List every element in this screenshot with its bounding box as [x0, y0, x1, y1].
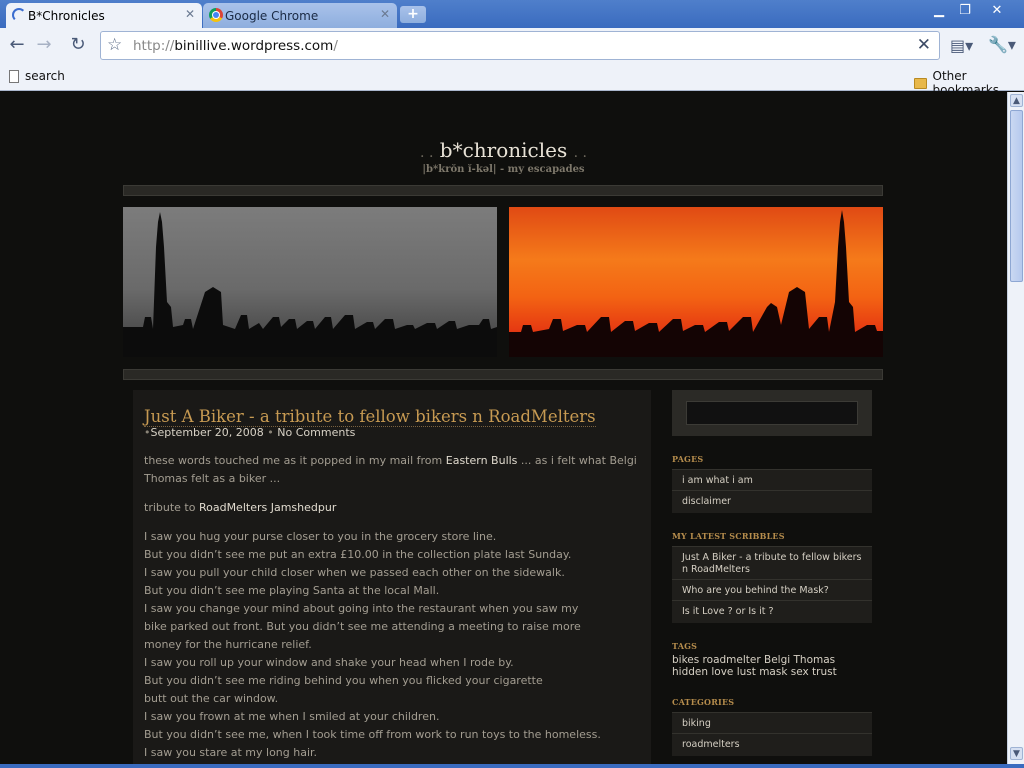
- category-link[interactable]: roadmelters: [672, 733, 872, 756]
- poem-line: I saw you stare at my long hair.: [144, 746, 318, 759]
- new-tab-button[interactable]: +: [400, 6, 426, 23]
- sidebar-page-link[interactable]: disclaimer: [672, 490, 872, 513]
- poem-line: I saw you change your mind about going i…: [144, 602, 579, 615]
- poem-line: bike parked out front. But you didn’t se…: [144, 620, 581, 633]
- poem-line: butt out the car window.: [144, 692, 279, 705]
- tab-bchronicles[interactable]: B*Chronicles ✕: [6, 3, 202, 28]
- scroll-thumb[interactable]: [1010, 110, 1023, 282]
- bookmarks-bar: search Other bookmarks: [0, 64, 1024, 97]
- sidebar-page-link[interactable]: i am what i am: [672, 469, 872, 492]
- poem-line: But you didn’t see me, when I took time …: [144, 728, 601, 741]
- nav-divider: [123, 369, 883, 380]
- latest-heading: MY LATEST SCRIBBLES: [672, 531, 785, 541]
- reload-button[interactable]: ↻: [66, 34, 90, 58]
- back-button[interactable]: ←: [5, 34, 29, 58]
- roadmelters-link[interactable]: RoadMelters Jamshedpur: [199, 501, 336, 514]
- page-menu-icon[interactable]: ▤▾: [950, 36, 973, 55]
- sidebar-post-link[interactable]: Is it Love ? or Is it ?: [672, 600, 872, 623]
- poem-line: But you didn’t see me put an extra £10.0…: [144, 548, 572, 561]
- url-text[interactable]: http://binillive.wordpress.com/: [133, 38, 338, 54]
- address-bar[interactable]: ☆ http://binillive.wordpress.com/ ✕: [100, 31, 940, 60]
- bookmark-search[interactable]: search: [9, 69, 65, 83]
- post-tribute: tribute to RoadMelters Jamshedpur: [144, 501, 337, 514]
- post-column: Just A Biker - a tribute to fellow biker…: [133, 390, 651, 764]
- page-icon: [9, 69, 19, 83]
- wrench-icon[interactable]: 🔧▾: [988, 35, 1016, 54]
- comments-link[interactable]: No Comments: [277, 426, 355, 439]
- bookmark-label: search: [25, 69, 65, 83]
- close-window-button[interactable]: ✕: [986, 3, 1008, 20]
- scroll-down-icon[interactable]: ▼: [1010, 747, 1023, 760]
- post-title-link[interactable]: Just A Biker - a tribute to fellow biker…: [144, 407, 596, 427]
- post-body: these words touched me as it popped in m…: [144, 452, 644, 764]
- header-divider: [123, 185, 883, 196]
- title-bar: B*Chronicles ✕ Google Chrome ✕ + ▁ ❐ ✕: [0, 0, 1024, 28]
- category-link[interactable]: biking: [672, 712, 872, 735]
- poem-line: I saw you roll up your window and shake …: [144, 656, 514, 669]
- close-icon[interactable]: ✕: [380, 7, 390, 21]
- eastern-bulls-link[interactable]: Eastern Bulls: [446, 454, 518, 467]
- browser-toolbar: ← → ↻ ☆ http://binillive.wordpress.com/ …: [0, 28, 1024, 64]
- vertical-scrollbar[interactable]: ▲ ▼: [1007, 92, 1024, 764]
- search-input[interactable]: [686, 401, 858, 425]
- tab-google-chrome[interactable]: Google Chrome ✕: [203, 3, 397, 28]
- poem-line: I saw you pull your child closer when we…: [144, 566, 565, 579]
- scroll-up-icon[interactable]: ▲: [1010, 94, 1023, 107]
- post-intro: these words touched me as it popped in m…: [144, 454, 637, 485]
- header-image-left: [123, 207, 497, 357]
- sidebar-post-link[interactable]: Who are you behind the Mask?: [672, 579, 872, 602]
- poem-line: I saw you hug your purse closer to you i…: [144, 530, 497, 543]
- poem-line: But you didn’t see me riding behind you …: [144, 674, 543, 687]
- site-subtitle: |b*krŏn ĭ-kəl| - my escapades: [422, 164, 585, 175]
- tab-label: Google Chrome: [225, 8, 319, 23]
- post-date: September 20, 2008: [150, 426, 264, 439]
- tab-label: B*Chronicles: [28, 8, 105, 23]
- search-widget: [672, 390, 872, 436]
- categories-heading: CATEGORIES: [672, 697, 735, 707]
- poem-line: But you didn’t see me playing Santa at t…: [144, 584, 440, 597]
- poem-line: I saw you frown at me when I smiled at y…: [144, 710, 440, 723]
- forward-button[interactable]: →: [32, 34, 56, 58]
- pages-heading: PAGES: [672, 454, 704, 464]
- poem-line: money for the hurricane relief.: [144, 638, 312, 651]
- loading-icon: [12, 8, 26, 22]
- web-page: . . b*chronicles . . |b*krŏn ĭ-kəl| - my…: [0, 92, 1007, 764]
- chrome-icon: [209, 8, 223, 22]
- tag-cloud[interactable]: bikes roadmelter Belgi Thomas hidden lov…: [672, 654, 872, 678]
- minimize-button[interactable]: ▁: [928, 3, 950, 20]
- close-icon[interactable]: ✕: [185, 7, 195, 21]
- header-image-right: [509, 207, 883, 357]
- sidebar: PAGES i am what i am disclaimer MY LATES…: [661, 390, 882, 764]
- site-title[interactable]: . . b*chronicles . .: [0, 138, 1007, 162]
- post-meta: •September 20, 2008 • No Comments: [144, 426, 356, 439]
- site-title-text[interactable]: b*chronicles: [440, 138, 567, 162]
- star-icon[interactable]: ☆: [107, 35, 122, 55]
- folder-icon: [914, 77, 927, 89]
- post-poem: I saw you hug your purse closer to you i…: [144, 528, 644, 762]
- sidebar-post-link[interactable]: Just A Biker - a tribute to fellow biker…: [672, 546, 872, 581]
- stop-icon[interactable]: ✕: [917, 35, 931, 55]
- restore-button[interactable]: ❐: [954, 3, 976, 20]
- tags-heading: TAGS: [672, 641, 698, 651]
- window-bottom-edge: [0, 764, 1024, 768]
